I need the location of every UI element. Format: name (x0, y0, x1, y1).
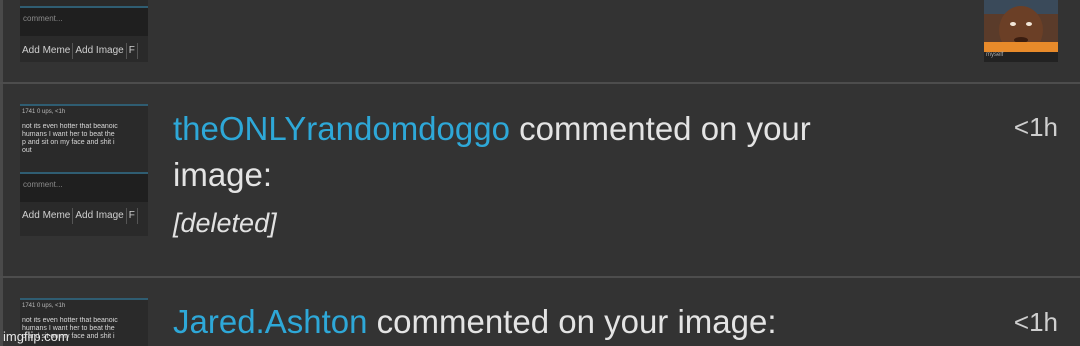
notification-text: Jared.Ashton commented on your image: (173, 299, 777, 345)
username-link[interactable]: Jared.Ashton (173, 303, 367, 340)
action-text: commented on your image: (367, 303, 777, 340)
notification-item[interactable]: comment... Add Meme Add Image F myself (0, 0, 1080, 84)
notification-item[interactable]: 1741 0 ups, <1h not its even hotter that… (0, 84, 1080, 278)
comment-placeholder: comment... (23, 180, 63, 189)
comment-input[interactable]: comment... (20, 8, 148, 36)
username-link[interactable]: theONLYrandomdoggo (173, 110, 510, 147)
thumb-meta: 1741 0 ups, <1h (22, 109, 66, 115)
action-text: commented on your (509, 110, 811, 147)
add-image-button[interactable]: Add Image (73, 208, 127, 224)
add-meme-button[interactable]: Add Meme (20, 43, 74, 59)
notification-item[interactable]: 1741 0 ups, <1h not its even hotter that… (0, 278, 1080, 346)
imgflip-watermark: imgflip.com (3, 329, 69, 344)
avatar[interactable]: myself (984, 0, 1058, 62)
more-button[interactable]: F (127, 43, 138, 59)
comment-input[interactable]: comment... (20, 174, 148, 202)
action-text-cont: image: (173, 156, 273, 193)
avatar-caption: myself (984, 52, 1058, 62)
thumb-meta: 1741 0 ups, <1h (22, 303, 66, 309)
timestamp: <1h (1013, 307, 1058, 337)
more-button[interactable]: F (127, 208, 138, 224)
image-thumbnail[interactable]: comment... Add Meme Add Image F (20, 0, 148, 62)
thumb-comment-text: not its even hotter that beanoic humans … (22, 123, 118, 154)
notification-text: theONLYrandomdoggo commented on your ima… (173, 106, 811, 198)
add-meme-button[interactable]: Add Meme (20, 208, 74, 224)
timestamp: <1h (1013, 112, 1058, 142)
face-image (984, 0, 1058, 54)
comment-body: [deleted] (173, 208, 277, 238)
comment-placeholder: comment... (23, 14, 63, 23)
add-image-button[interactable]: Add Image (73, 43, 127, 59)
image-thumbnail[interactable]: 1741 0 ups, <1h not its even hotter that… (20, 104, 148, 236)
